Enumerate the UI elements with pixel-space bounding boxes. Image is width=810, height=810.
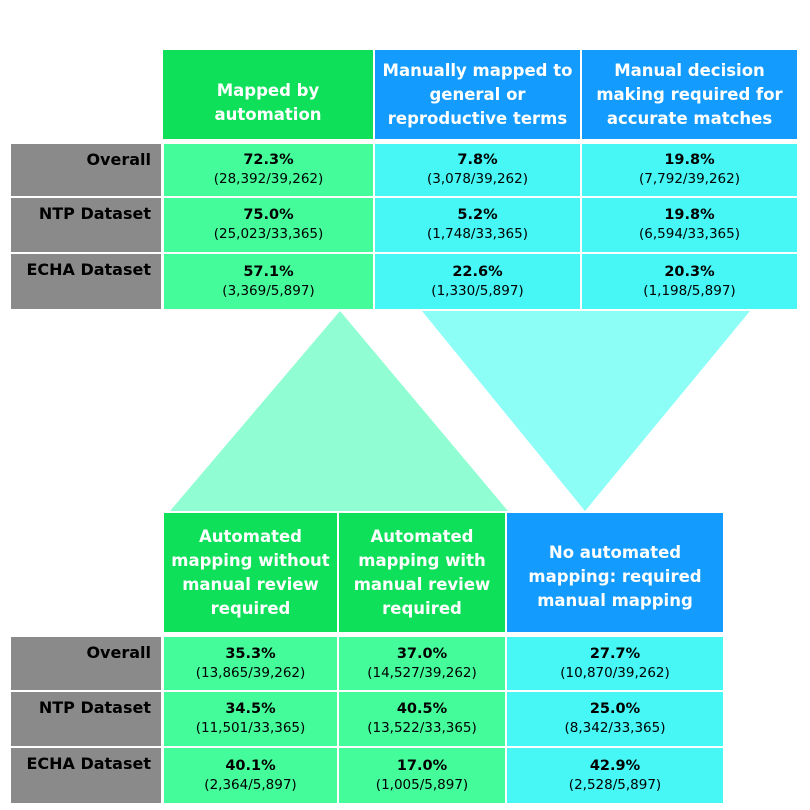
percent-value: 5.2%: [457, 207, 498, 223]
percent-value: 34.5%: [225, 701, 276, 717]
percent-value: 35.3%: [225, 645, 276, 662]
top-cell: 22.6% (1,330/5,897): [375, 254, 580, 309]
row-label: NTP Dataset: [38, 698, 151, 717]
top-cell: 7.8% (3,078/39,262): [375, 144, 580, 196]
fraction-value: (8,342/33,365): [564, 720, 666, 736]
fraction-value: (1,198/5,897): [643, 282, 736, 299]
percent-value: 75.0%: [243, 207, 294, 223]
bottom-header-auto-with-review: Automated mapping with manual review req…: [339, 513, 505, 632]
bottom-row-label-ntp: NTP Dataset: [11, 692, 161, 746]
top-cell: 57.1% (3,369/5,897): [164, 254, 373, 309]
row-label: ECHA Dataset: [26, 260, 151, 279]
bottom-header-auto-no-review: Automated mapping without manual review …: [164, 513, 337, 632]
top-cell: 75.0% (25,023/33,365): [164, 198, 373, 252]
top-header-manually-mapped: Manually mapped to general or reproducti…: [375, 50, 580, 139]
bottom-cell: 35.3% (13,865/39,262): [164, 637, 337, 690]
bottom-cell: 34.5% (11,501/33,365): [164, 692, 337, 746]
bottom-cell: 25.0% (8,342/33,365): [507, 692, 723, 746]
bottom-cell: 37.0% (14,527/39,262): [339, 637, 505, 690]
percent-value: 20.3%: [664, 263, 715, 280]
fraction-value: (28,392/39,262): [213, 171, 324, 187]
fraction-value: (13,522/33,365): [367, 720, 477, 736]
bottom-row-label-overall: Overall: [11, 637, 161, 690]
fraction-value: (2,528/5,897): [568, 776, 662, 793]
percent-value: 40.1%: [225, 757, 276, 774]
fraction-value: (14,527/39,262): [367, 664, 477, 681]
bottom-cell: 40.5% (13,522/33,365): [339, 692, 505, 746]
top-row-label-echa: ECHA Dataset: [11, 254, 161, 309]
percent-value: 72.3%: [243, 152, 294, 168]
fraction-value: (11,501/33,365): [195, 720, 306, 736]
top-cell: 19.8% (6,594/33,365): [582, 198, 797, 252]
fraction-value: (1,748/33,365): [427, 226, 528, 242]
top-row-label-overall: Overall: [11, 144, 161, 196]
header-label: Automated mapping without manual review …: [171, 526, 330, 618]
fraction-value: (3,369/5,897): [222, 282, 315, 299]
bottom-row-label-echa: ECHA Dataset: [11, 748, 161, 803]
percent-value: 19.8%: [664, 207, 715, 223]
top-row-label-ntp: NTP Dataset: [11, 198, 161, 252]
fraction-value: (13,865/39,262): [195, 664, 306, 681]
percent-value: 7.8%: [457, 152, 498, 168]
bottom-cell: 42.9% (2,528/5,897): [507, 748, 723, 803]
percent-value: 40.5%: [396, 701, 448, 717]
fraction-value: (1,330/5,897): [431, 282, 524, 299]
top-header-mapped-by-automation: Mapped by automation: [163, 50, 373, 139]
header-label: Manually mapped to general or reproducti…: [382, 60, 573, 128]
header-label: Automated mapping with manual review req…: [353, 526, 491, 618]
percent-value: 19.8%: [664, 152, 715, 168]
top-cell: 19.8% (7,792/39,262): [582, 144, 797, 196]
bottom-cell: 40.1% (2,364/5,897): [164, 748, 337, 803]
top-cell: 20.3% (1,198/5,897): [582, 254, 797, 309]
percent-value: 17.0%: [396, 757, 448, 774]
top-cell: 72.3% (28,392/39,262): [164, 144, 373, 196]
percent-value: 27.7%: [589, 645, 641, 662]
fraction-value: (25,023/33,365): [213, 226, 324, 242]
fraction-value: (2,364/5,897): [204, 776, 297, 793]
row-label: Overall: [86, 643, 151, 662]
fraction-value: (10,870/39,262): [560, 664, 670, 681]
top-cell: 5.2% (1,748/33,365): [375, 198, 580, 252]
percent-value: 57.1%: [243, 263, 294, 280]
header-label: No automated mapping: required manual ma…: [528, 542, 702, 610]
row-label: NTP Dataset: [38, 204, 151, 223]
top-header-manual-decision: Manual decision making required for accu…: [582, 50, 797, 139]
fraction-value: (7,792/39,262): [639, 171, 740, 187]
header-label: Manual decision making required for accu…: [596, 60, 783, 128]
percent-value: 25.0%: [589, 701, 641, 717]
bottom-header-no-automated: No automated mapping: required manual ma…: [507, 513, 723, 632]
fraction-value: (1,005/5,897): [375, 776, 469, 793]
header-label: Mapped by automation: [214, 80, 322, 124]
percent-value: 42.9%: [589, 757, 641, 774]
row-label: Overall: [86, 150, 151, 169]
fraction-value: (3,078/39,262): [427, 171, 528, 187]
percent-value: 37.0%: [396, 645, 448, 662]
bottom-cell: 17.0% (1,005/5,897): [339, 748, 505, 803]
fraction-value: (6,594/33,365): [639, 226, 740, 242]
percent-value: 22.6%: [452, 263, 503, 280]
row-label: ECHA Dataset: [26, 754, 151, 773]
bottom-cell: 27.7% (10,870/39,262): [507, 637, 723, 690]
